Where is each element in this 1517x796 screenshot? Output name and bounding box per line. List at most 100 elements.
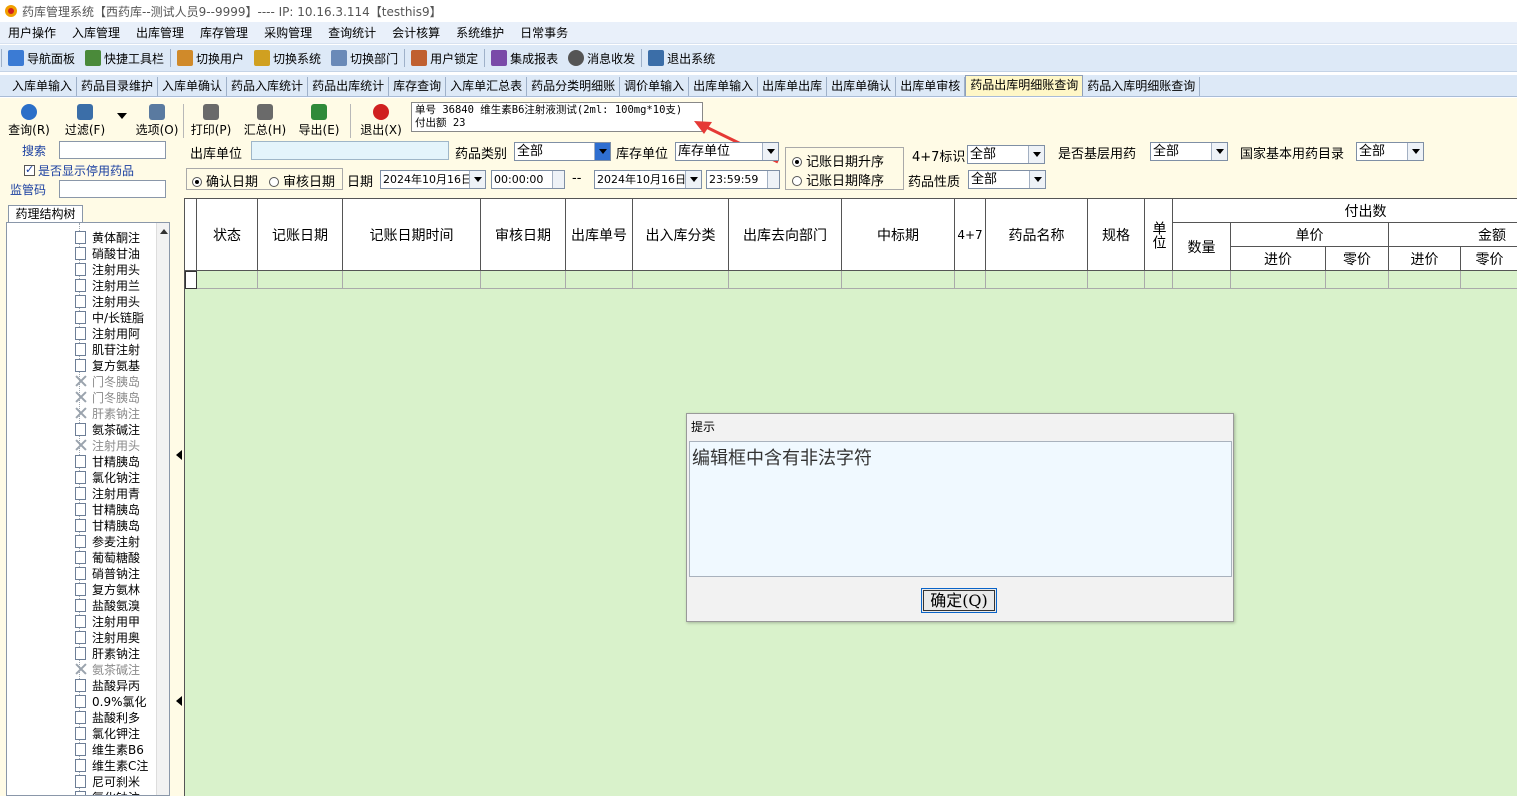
- chevron-down-icon[interactable]: [1211, 143, 1227, 160]
- col-unit-retail-price[interactable]: 零价: [1326, 247, 1389, 271]
- grid-cell[interactable]: [1088, 271, 1145, 289]
- scroll-up-icon[interactable]: [160, 229, 168, 234]
- tree-item[interactable]: 盐酸氨溴: [75, 597, 157, 613]
- tree-item[interactable]: 维生素C注: [75, 757, 157, 773]
- toolbar-user-lock[interactable]: 用户锁定: [406, 47, 483, 69]
- calendar-dropdown-icon[interactable]: [685, 171, 701, 188]
- show-disabled-checkbox[interactable]: 是否显示停用药品: [24, 162, 134, 179]
- out-unit-input[interactable]: [251, 141, 449, 160]
- menu-outbound[interactable]: 出库管理: [128, 22, 192, 44]
- grid-cell[interactable]: [842, 271, 955, 289]
- tree-item[interactable]: 注射用奥: [75, 629, 157, 645]
- tab-outbound-audit[interactable]: 出库单审核: [896, 77, 966, 96]
- menu-purchase[interactable]: 采购管理: [256, 22, 320, 44]
- col-bid-period[interactable]: 中标期: [842, 199, 955, 271]
- tree-item[interactable]: 硝酸甘油: [75, 245, 157, 261]
- tree-item[interactable]: 注射用兰: [75, 277, 157, 293]
- tab-inbound-input[interactable]: 入库单输入: [8, 77, 78, 96]
- tree-item[interactable]: 注射用头: [75, 261, 157, 277]
- tree-item[interactable]: 肝素钠注: [75, 645, 157, 661]
- col-spec[interactable]: 规格: [1088, 199, 1145, 271]
- date-from-picker[interactable]: 2024年10月16日: [380, 170, 486, 189]
- toolbar-switch-system[interactable]: 切换系统: [249, 47, 326, 69]
- tree-scrollbar[interactable]: [156, 223, 169, 795]
- grid-cell[interactable]: [986, 271, 1088, 289]
- print-button[interactable]: 打印(P): [188, 104, 234, 140]
- collapse-left-icon-bottom[interactable]: [176, 696, 182, 706]
- tag47-select[interactable]: 全部: [967, 145, 1045, 164]
- tree-tab[interactable]: 药理结构树: [8, 205, 83, 223]
- tab-stock-query[interactable]: 库存查询: [389, 77, 447, 96]
- tab-inbound-confirm[interactable]: 入库单确认: [158, 77, 228, 96]
- chevron-down-icon[interactable]: [1407, 143, 1423, 160]
- col-amount-purchase-price[interactable]: 进价: [1389, 247, 1461, 271]
- grid-cell[interactable]: [633, 271, 729, 289]
- time-from-input[interactable]: 00:00:00: [491, 170, 565, 189]
- date-to-picker[interactable]: 2024年10月16日: [594, 170, 702, 189]
- tree-item[interactable]: 葡萄糖酸: [75, 549, 157, 565]
- toolbar-navigation-panel[interactable]: 导航面板: [3, 47, 80, 69]
- chevron-down-icon[interactable]: [1028, 146, 1044, 163]
- grid-cell[interactable]: [1461, 271, 1517, 289]
- chevron-down-icon[interactable]: [762, 143, 778, 160]
- col-4plus7[interactable]: 4+7: [955, 199, 986, 271]
- regulatory-code-input[interactable]: [59, 180, 166, 198]
- tree-item[interactable]: 0.9%氯化: [75, 693, 157, 709]
- grid-cell[interactable]: [343, 271, 481, 289]
- tree-item[interactable]: 黄体酮注: [75, 229, 157, 245]
- grid-cell[interactable]: [1326, 271, 1389, 289]
- tree-item[interactable]: 注射用青: [75, 485, 157, 501]
- grid-cell[interactable]: [566, 271, 633, 289]
- stock-unit-select[interactable]: 库存单位: [675, 142, 779, 161]
- tree-item[interactable]: 肝素钠注: [75, 405, 157, 421]
- col-audit-date[interactable]: 审核日期: [481, 199, 566, 271]
- drug-tree[interactable]: 黄体酮注 硝酸甘油 注射用头 注射用兰 注射用头 中/长链脂 注射用阿 肌苷注射 复方氨基 门冬胰…: [6, 222, 170, 796]
- tab-inbound-ledger-query[interactable]: 药品入库明细账查询: [1083, 77, 1201, 96]
- toolbar-messages[interactable]: 消息收发: [563, 47, 640, 69]
- toolbar-switch-user[interactable]: 切换用户: [172, 47, 249, 69]
- col-status[interactable]: 状态: [197, 199, 258, 271]
- tab-drug-category-ledger[interactable]: 药品分类明细账: [527, 77, 621, 96]
- query-button[interactable]: 查询(R): [6, 104, 52, 140]
- col-drug-name[interactable]: 药品名称: [986, 199, 1088, 271]
- col-outbound-no[interactable]: 出库单号: [566, 199, 633, 271]
- options-button[interactable]: 选项(O): [134, 104, 180, 140]
- dialog-ok-button[interactable]: 确定(Q): [921, 588, 997, 613]
- col-unit-purchase-price[interactable]: 进价: [1231, 247, 1326, 271]
- search-input[interactable]: [59, 141, 166, 159]
- time-spinner-icon[interactable]: [552, 171, 564, 188]
- tree-item[interactable]: 硝普钠注: [75, 565, 157, 581]
- export-button[interactable]: 导出(E): [296, 104, 342, 140]
- tab-inbound-summary[interactable]: 入库单汇总表: [446, 77, 528, 96]
- grid-cell[interactable]: [1173, 271, 1231, 289]
- menu-stock[interactable]: 库存管理: [192, 22, 256, 44]
- tree-item[interactable]: 盐酸利多: [75, 709, 157, 725]
- grid-cell[interactable]: [729, 271, 842, 289]
- col-destination-dept[interactable]: 出库去向部门: [729, 199, 842, 271]
- tree-item[interactable]: 门冬胰岛: [75, 373, 157, 389]
- menu-query-stats[interactable]: 查询统计: [320, 22, 384, 44]
- tree-item[interactable]: 氨茶碱注: [75, 661, 157, 677]
- tree-item[interactable]: 氯化钠注: [75, 469, 157, 485]
- toolbar-quick-toolbar[interactable]: 快捷工具栏: [80, 47, 169, 69]
- confirm-date-radio[interactable]: 确认日期: [192, 171, 258, 190]
- tab-outbound-input[interactable]: 出库单输入: [689, 77, 759, 96]
- chevron-down-icon[interactable]: [594, 143, 610, 160]
- menu-daily[interactable]: 日常事务: [512, 22, 576, 44]
- tab-drug-catalog[interactable]: 药品目录维护: [77, 77, 159, 96]
- collapse-left-icon[interactable]: [176, 450, 182, 460]
- col-quantity[interactable]: 数量: [1173, 223, 1231, 271]
- drug-category-select[interactable]: 全部: [514, 142, 611, 161]
- audit-date-radio[interactable]: 审核日期: [269, 171, 335, 190]
- drug-nature-select[interactable]: 全部: [968, 170, 1046, 189]
- grid-cell[interactable]: [1145, 271, 1173, 289]
- tab-outbound-confirm[interactable]: 出库单确认: [827, 77, 897, 96]
- tab-outbound-ledger-query[interactable]: 药品出库明细账查询: [965, 75, 1084, 96]
- tree-item[interactable]: 维生素B6: [75, 741, 157, 757]
- panel-splitter[interactable]: [175, 198, 183, 796]
- tree-item[interactable]: 尼可刹米: [75, 773, 157, 789]
- menu-user-ops[interactable]: 用户操作: [0, 22, 64, 44]
- menu-system[interactable]: 系统维护: [448, 22, 512, 44]
- calendar-dropdown-icon[interactable]: [469, 171, 485, 188]
- tree-item[interactable]: 氯化钾注: [75, 725, 157, 741]
